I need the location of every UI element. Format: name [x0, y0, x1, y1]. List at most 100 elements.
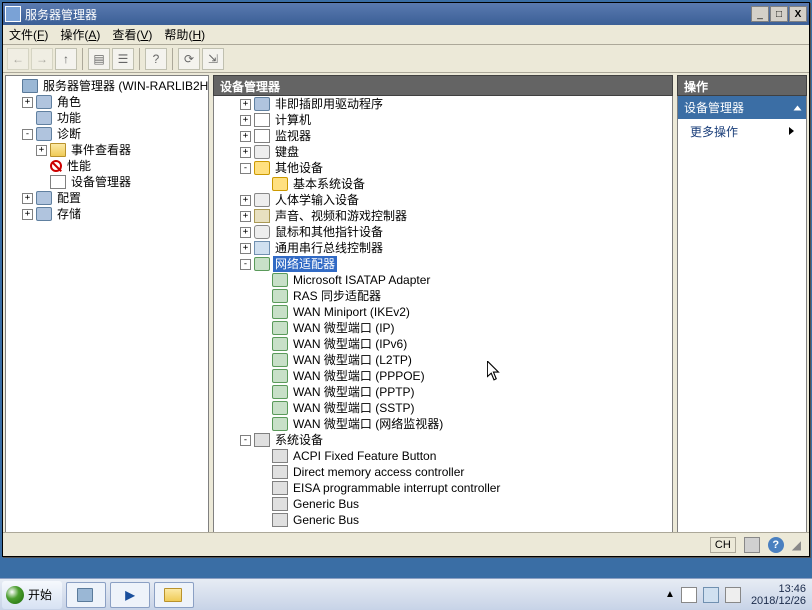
device-row[interactable]: WAN 微型端口 (PPTP) — [214, 384, 672, 400]
minimize-button[interactable]: _ — [751, 6, 769, 22]
status-bar: CH ? ◢ — [3, 532, 809, 556]
task-server-manager[interactable] — [66, 582, 106, 608]
diagnostics-icon — [36, 127, 52, 141]
expand-toggle[interactable]: + — [240, 99, 251, 110]
maximize-button[interactable]: □ — [770, 6, 788, 22]
tray-up-icon[interactable]: ▲ — [665, 589, 675, 600]
expand-toggle[interactable]: + — [240, 227, 251, 238]
prop-button[interactable]: ☰ — [112, 48, 134, 70]
keyboard-icon[interactable] — [744, 537, 760, 553]
q-icon — [272, 177, 288, 191]
device-row[interactable]: +键盘 — [214, 144, 672, 160]
device-manager-icon — [50, 175, 66, 189]
device-row[interactable]: +非即插即用驱动程序 — [214, 96, 672, 112]
chip-icon — [272, 465, 288, 479]
event-viewer-icon — [50, 143, 66, 157]
chip-icon — [272, 449, 288, 463]
device-row[interactable]: +通用串行总线控制器 — [214, 240, 672, 256]
snd-icon — [254, 209, 270, 223]
up-button[interactable]: ↑ — [55, 48, 77, 70]
device-row[interactable]: ACPI Fixed Feature Button — [214, 448, 672, 464]
device-row[interactable]: +声音、视频和游戏控制器 — [214, 208, 672, 224]
device-row[interactable]: WAN 微型端口 (L2TP) — [214, 352, 672, 368]
tree-storage[interactable]: + 存储 — [6, 206, 208, 222]
more-actions[interactable]: 更多操作 — [678, 119, 806, 144]
export-button[interactable]: ⇲ — [202, 48, 224, 70]
device-row[interactable]: +鼠标和其他指针设备 — [214, 224, 672, 240]
tree-features[interactable]: 功能 — [6, 110, 208, 126]
expand-toggle[interactable]: - — [240, 163, 251, 174]
menu-file[interactable]: 文件(F) — [9, 26, 48, 43]
expand-toggle[interactable]: + — [240, 211, 251, 222]
network-icon[interactable] — [703, 587, 719, 603]
device-row[interactable]: EISA programmable interrupt controller — [214, 480, 672, 496]
menu-help[interactable]: 帮助(H) — [164, 26, 205, 43]
tree-root[interactable]: 服务器管理器 (WIN-RARLIB2HNU — [6, 78, 208, 94]
menu-view[interactable]: 查看(V) — [112, 26, 152, 43]
resize-grip[interactable]: ◢ — [792, 538, 801, 552]
menu-bar: 文件(F) 操作(A) 查看(V) 帮助(H) — [3, 25, 809, 45]
expand-toggle[interactable]: - — [240, 259, 251, 270]
q-icon — [254, 161, 270, 175]
expand-toggle[interactable]: + — [240, 195, 251, 206]
net-icon — [272, 385, 288, 399]
device-row[interactable]: 基本系统设备 — [214, 176, 672, 192]
lang-indicator[interactable]: CH — [710, 537, 736, 553]
net-icon — [272, 289, 288, 303]
device-row[interactable]: WAN 微型端口 (网络监视器) — [214, 416, 672, 432]
expand-toggle[interactable]: - — [240, 435, 251, 446]
device-row[interactable]: WAN 微型端口 (IPv6) — [214, 336, 672, 352]
kb-icon — [254, 193, 270, 207]
volume-icon[interactable] — [725, 587, 741, 603]
tree-config[interactable]: + 配置 — [6, 190, 208, 206]
console-button[interactable]: ▤ — [88, 48, 110, 70]
device-row[interactable]: +人体学输入设备 — [214, 192, 672, 208]
net-icon — [272, 353, 288, 367]
flag-icon[interactable] — [681, 587, 697, 603]
expand-toggle[interactable]: + — [240, 115, 251, 126]
task-powershell[interactable]: ▶ — [110, 582, 150, 608]
device-row[interactable]: WAN 微型端口 (SSTP) — [214, 400, 672, 416]
help-icon[interactable]: ? — [768, 537, 784, 553]
tree-performance[interactable]: 性能 — [6, 158, 208, 174]
action-panel-title[interactable]: 设备管理器 — [678, 96, 806, 119]
device-row[interactable]: WAN 微型端口 (IP) — [214, 320, 672, 336]
device-row[interactable]: -其他设备 — [214, 160, 672, 176]
help-button[interactable]: ? — [145, 48, 167, 70]
device-row[interactable]: Generic Bus — [214, 496, 672, 512]
refresh-button[interactable]: ⟳ — [178, 48, 200, 70]
device-row[interactable]: +计算机 — [214, 112, 672, 128]
menu-action[interactable]: 操作(A) — [60, 26, 100, 43]
forward-button[interactable]: → — [31, 48, 53, 70]
device-row[interactable]: WAN Miniport (IKEv2) — [214, 304, 672, 320]
server-icon — [22, 79, 38, 93]
tree-diagnostics[interactable]: - 诊断 — [6, 126, 208, 142]
taskbar[interactable]: 开始 ▶ ▲ 13:46 2018/12/26 — [0, 578, 812, 610]
device-row[interactable]: -系统设备 — [214, 432, 672, 448]
expand-toggle[interactable]: + — [240, 243, 251, 254]
expand-toggle[interactable]: + — [240, 147, 251, 158]
usb-icon — [254, 241, 270, 255]
tree-roles[interactable]: + 角色 — [6, 94, 208, 110]
device-row[interactable]: Direct memory access controller — [214, 464, 672, 480]
task-explorer[interactable] — [154, 582, 194, 608]
chip-icon — [272, 513, 288, 527]
device-row[interactable]: WAN 微型端口 (PPPOE) — [214, 368, 672, 384]
title-bar[interactable]: 服务器管理器 _ □ X — [3, 3, 809, 25]
expand-toggle[interactable]: + — [240, 131, 251, 142]
device-row[interactable]: +监视器 — [214, 128, 672, 144]
device-row[interactable]: Microsoft ISATAP Adapter — [214, 272, 672, 288]
tree-device-manager[interactable]: 设备管理器 — [6, 174, 208, 190]
tree-event-viewer[interactable]: + 事件查看器 — [6, 142, 208, 158]
clock[interactable]: 13:46 2018/12/26 — [751, 583, 806, 607]
device-tree[interactable]: +非即插即用驱动程序+计算机+监视器+键盘-其他设备基本系统设备+人体学输入设备… — [213, 96, 673, 554]
net-icon — [272, 337, 288, 351]
config-icon — [36, 191, 52, 205]
back-button[interactable]: ← — [7, 48, 29, 70]
device-row[interactable]: Generic Bus — [214, 512, 672, 528]
device-row[interactable]: RAS 同步适配器 — [214, 288, 672, 304]
device-row[interactable]: -网络适配器 — [214, 256, 672, 272]
start-button[interactable]: 开始 — [2, 581, 62, 609]
navigation-tree-pane[interactable]: 服务器管理器 (WIN-RARLIB2HNU + 角色 功能 - 诊断 — [5, 75, 209, 554]
close-button[interactable]: X — [789, 6, 807, 22]
